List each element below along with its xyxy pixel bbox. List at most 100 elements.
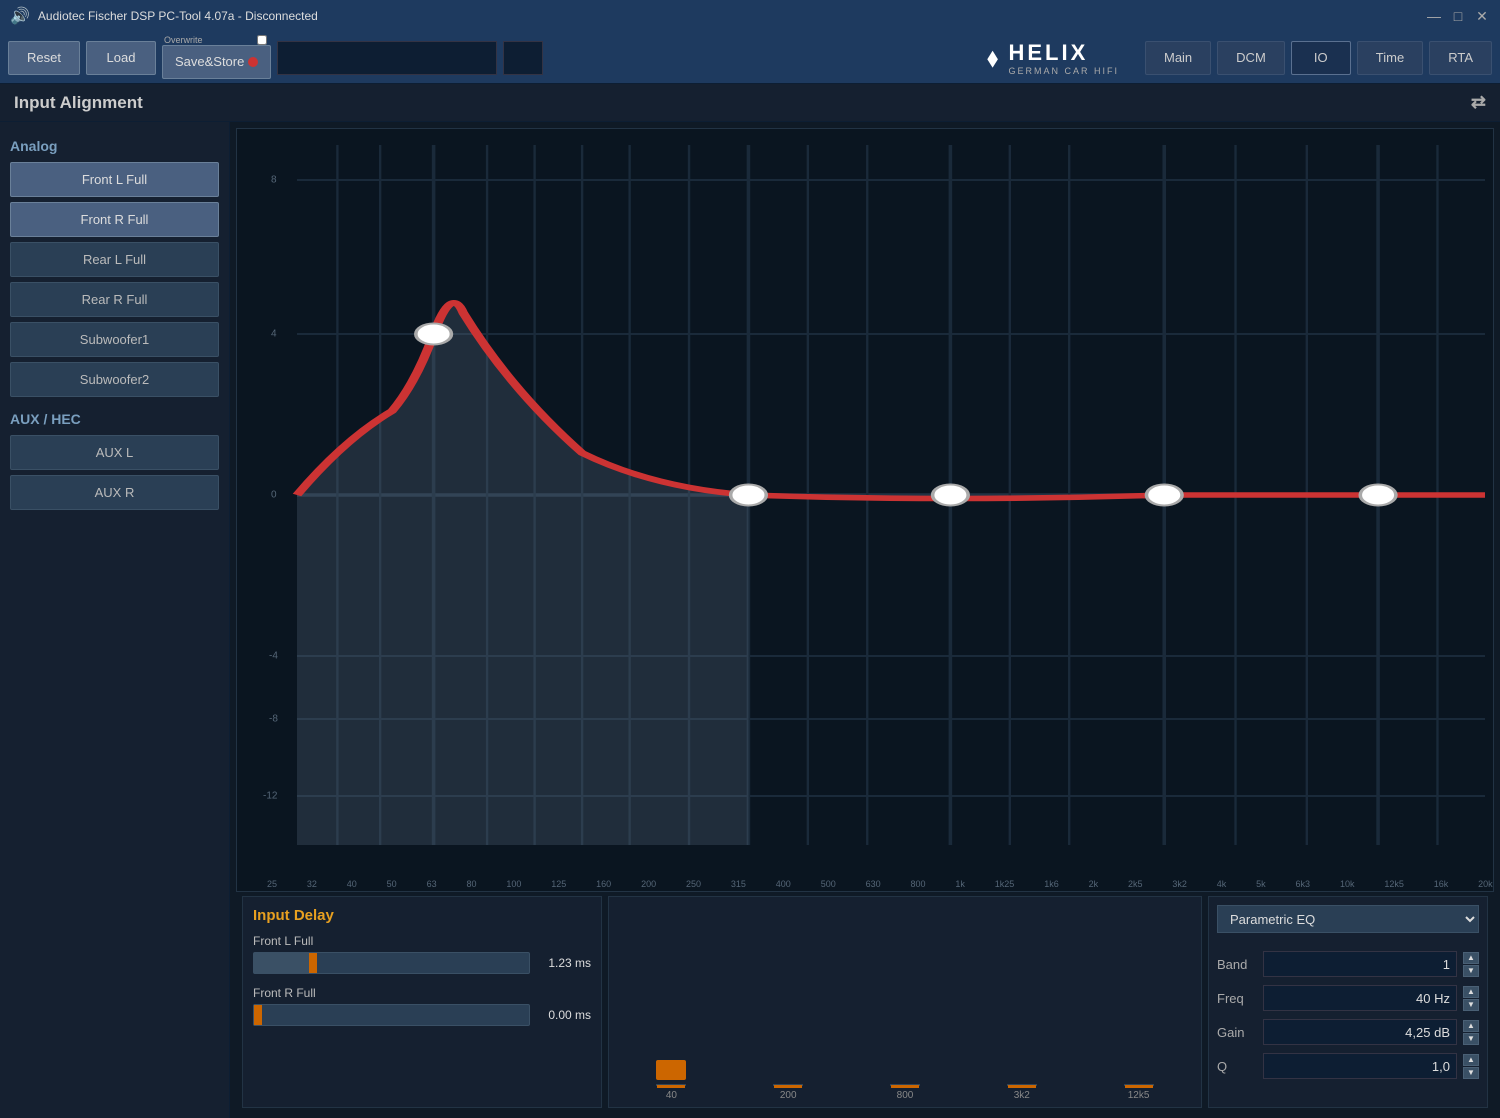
setup-number-input[interactable]: 0: [503, 41, 543, 75]
save-store-group: Overwrite Save&Store: [162, 37, 271, 79]
channel-front-l-full[interactable]: Front L Full: [10, 162, 219, 197]
minimize-button[interactable]: —: [1426, 8, 1442, 24]
eq-band-800-track[interactable]: [890, 1084, 920, 1086]
peq-band-spinner[interactable]: ▲ ▼: [1463, 952, 1479, 977]
delay-ch1-value: 1.23 ms: [536, 956, 591, 970]
eq-band-3k2-label: 3k2: [1014, 1090, 1030, 1101]
peq-gain-input[interactable]: [1263, 1019, 1457, 1045]
y-label-neg8: -8: [269, 714, 278, 725]
aux-section-label: AUX / HEC: [10, 411, 219, 427]
control-point-800hz[interactable]: [933, 485, 969, 506]
delay-ch2-track[interactable]: [253, 1004, 530, 1026]
bottom-panels: Input Delay Front L Full 1.23 ms Front R…: [236, 892, 1494, 1112]
x-label-4k: 4k: [1217, 879, 1227, 889]
save-store-indicator: [248, 57, 258, 67]
helix-logo-container: HELIX GERMAN CAR HIFI: [1008, 40, 1119, 76]
eq-band-12k5-marker: [1125, 1085, 1153, 1088]
peq-band-down[interactable]: ▼: [1463, 965, 1479, 977]
peq-q-input[interactable]: [1263, 1053, 1457, 1079]
peq-band-row: Band ▲ ▼: [1217, 951, 1479, 977]
peq-gain-down[interactable]: ▼: [1463, 1033, 1479, 1045]
x-label-3k2: 3k2: [1172, 879, 1187, 889]
channel-subwoofer2[interactable]: Subwoofer2: [10, 362, 219, 397]
helix-brand: HELIX: [1008, 40, 1088, 66]
eq-band-40-track[interactable]: [656, 1084, 686, 1086]
peq-band-up[interactable]: ▲: [1463, 952, 1479, 964]
eq-band-12k5: 12k5: [1124, 1062, 1154, 1101]
peq-gain-row: Gain ▲ ▼: [1217, 1019, 1479, 1045]
peq-q-down[interactable]: ▼: [1463, 1067, 1479, 1079]
peq-q-label: Q: [1217, 1059, 1257, 1074]
peq-q-spinner[interactable]: ▲ ▼: [1463, 1054, 1479, 1079]
x-label-200: 200: [641, 879, 656, 889]
eq-chart[interactable]: 8 4 0 -4 -8 -12: [236, 128, 1494, 892]
eq-band-12k5-track[interactable]: [1124, 1084, 1154, 1086]
control-point-200hz[interactable]: [731, 485, 767, 506]
input-delay-title: Input Delay: [253, 907, 591, 924]
load-button[interactable]: Load: [86, 41, 156, 75]
peq-freq-down[interactable]: ▼: [1463, 999, 1479, 1011]
delay-ch2-slider-row: 0.00 ms: [253, 1004, 591, 1026]
eq-band-200-track[interactable]: [773, 1084, 803, 1086]
sidebar: Analog Front L Full Front R Full Rear L …: [0, 122, 230, 1118]
control-point-12k5[interactable]: [1360, 485, 1396, 506]
nav-main-button[interactable]: Main: [1145, 41, 1211, 75]
channel-rear-l-full[interactable]: Rear L Full: [10, 242, 219, 277]
save-store-label: Save&Store: [175, 54, 244, 69]
delay-ch2-thumb[interactable]: [254, 1005, 262, 1025]
io-toggle-icon[interactable]: ⇄: [1471, 92, 1486, 113]
x-label-63: 63: [427, 879, 437, 889]
peq-type-select[interactable]: Parametric EQ: [1217, 905, 1479, 933]
delay-ch1-thumb[interactable]: [309, 953, 317, 973]
maximize-button[interactable]: □: [1450, 8, 1466, 24]
channel-aux-r[interactable]: AUX R: [10, 475, 219, 510]
eq-band-40-marker: [657, 1085, 685, 1088]
overwrite-checkbox[interactable]: [257, 35, 267, 45]
close-button[interactable]: ✕: [1474, 8, 1490, 24]
x-label-40: 40: [347, 879, 357, 889]
peq-band-input[interactable]: [1263, 951, 1457, 977]
x-label-50: 50: [387, 879, 397, 889]
x-label-5k: 5k: [1256, 879, 1266, 889]
x-label-2k5: 2k5: [1128, 879, 1143, 889]
title-bar-controls[interactable]: — □ ✕: [1426, 8, 1490, 24]
peq-q-up[interactable]: ▲: [1463, 1054, 1479, 1066]
peq-gain-spinner[interactable]: ▲ ▼: [1463, 1020, 1479, 1045]
y-label-neg12: -12: [263, 791, 277, 802]
main-content: Input Alignment ⇄ Analog Front L Full Fr…: [0, 84, 1500, 1118]
delay-ch2-label: Front R Full: [253, 986, 591, 1000]
control-point-40hz[interactable]: [416, 324, 452, 345]
delay-ch1-track[interactable]: [253, 952, 530, 974]
chart-wrapper: 8 4 0 -4 -8 -12: [297, 145, 1485, 845]
x-label-400: 400: [776, 879, 791, 889]
reset-button[interactable]: Reset: [8, 41, 80, 75]
app-icon: 🔊: [10, 6, 30, 26]
peq-freq-input[interactable]: [1263, 985, 1457, 1011]
channel-aux-l[interactable]: AUX L: [10, 435, 219, 470]
channel-subwoofer1[interactable]: Subwoofer1: [10, 322, 219, 357]
x-label-16k: 16k: [1434, 879, 1449, 889]
save-store-button[interactable]: Save&Store: [162, 45, 271, 79]
channel-rear-r-full[interactable]: Rear R Full: [10, 282, 219, 317]
x-label-1k: 1k: [955, 879, 965, 889]
channel-front-r-full[interactable]: Front R Full: [10, 202, 219, 237]
nav-time-button[interactable]: Time: [1357, 41, 1423, 75]
peq-freq-up[interactable]: ▲: [1463, 986, 1479, 998]
eq-curve-svg[interactable]: [297, 145, 1485, 845]
peq-gain-up[interactable]: ▲: [1463, 1020, 1479, 1032]
nav-rta-button[interactable]: RTA: [1429, 41, 1492, 75]
peq-freq-spinner[interactable]: ▲ ▼: [1463, 986, 1479, 1011]
x-label-20k: 20k: [1478, 879, 1493, 889]
control-point-3k2[interactable]: [1146, 485, 1182, 506]
peq-type-row: Parametric EQ: [1217, 905, 1479, 943]
eq-band-800-marker: [891, 1085, 919, 1088]
peq-freq-row: Freq ▲ ▼: [1217, 985, 1479, 1011]
nav-dcm-button[interactable]: DCM: [1217, 41, 1285, 75]
eq-band-3k2-track[interactable]: [1007, 1084, 1037, 1086]
nav-io-button[interactable]: IO: [1291, 41, 1351, 75]
y-label-0: 0: [271, 490, 277, 501]
setup-name-input[interactable]: No Setup Loaded: [277, 41, 497, 75]
peq-q-row: Q ▲ ▼: [1217, 1053, 1479, 1079]
peq-freq-label: Freq: [1217, 991, 1257, 1006]
x-label-1k6: 1k6: [1044, 879, 1059, 889]
